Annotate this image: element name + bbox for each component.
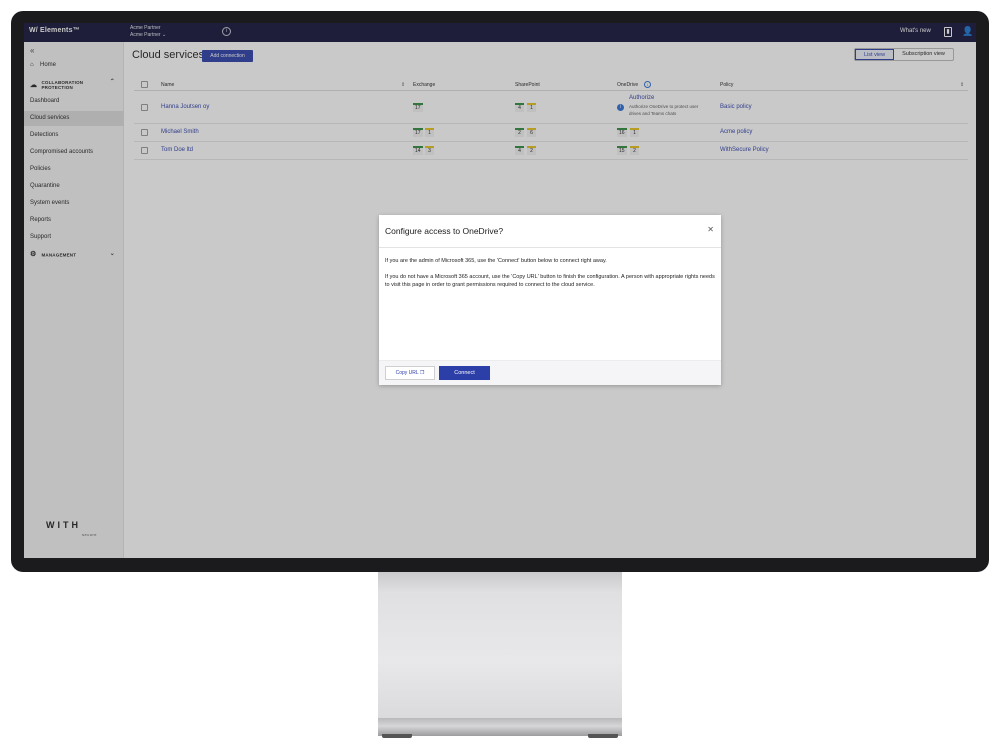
copy-icon: ❐ xyxy=(419,370,425,376)
dialog-header: Configure access to OneDrive? ✕ xyxy=(379,215,721,248)
dialog-text-admin: If you are the admin of Microsoft 365, u… xyxy=(385,258,607,264)
dialog-footer: Copy URL ❐ Connect xyxy=(379,360,721,385)
monitor-frame: W/Elements™ Acme Partner Acme Partner ⌄ … xyxy=(11,11,989,572)
dialog-text-no-account: If you do not have a Microsoft 365 accou… xyxy=(385,274,715,288)
connect-button[interactable]: Connect xyxy=(439,366,490,380)
copy-url-button[interactable]: Copy URL ❐ xyxy=(385,366,435,380)
screen: W/Elements™ Acme Partner Acme Partner ⌄ … xyxy=(24,23,976,558)
stand-foot-left xyxy=(382,734,412,738)
monitor-stand xyxy=(378,572,622,720)
monitor-stand-base xyxy=(378,718,622,736)
close-icon[interactable]: ✕ xyxy=(707,225,714,234)
stand-foot-right xyxy=(588,734,618,738)
configure-onedrive-dialog: Configure access to OneDrive? ✕ If you a… xyxy=(379,215,721,385)
dialog-title: Configure access to OneDrive? xyxy=(385,226,504,236)
